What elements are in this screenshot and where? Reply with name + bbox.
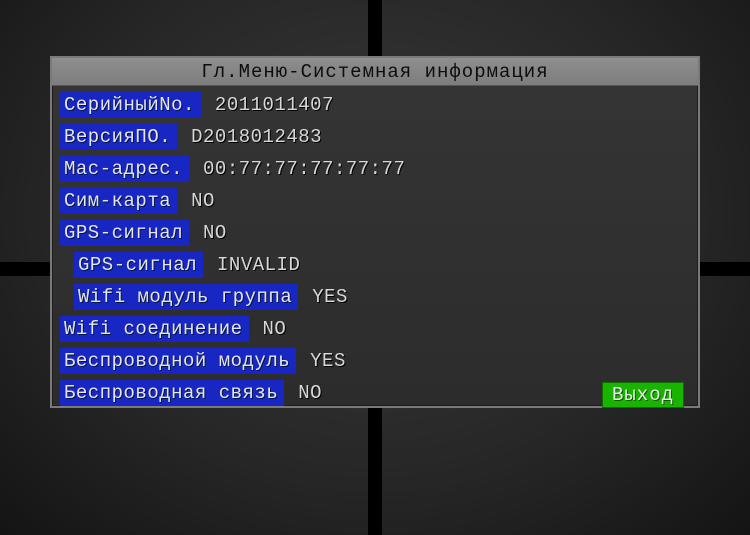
label-wireless-conn: Беспроводная связь: [60, 380, 284, 406]
row-serial: СерийныйNo. 2011011407: [60, 90, 690, 120]
exit-button[interactable]: Выход: [602, 382, 684, 408]
row-sw-version: ВерсияПО. D2018012483: [60, 122, 690, 152]
row-wifi-conn: Wifi соединение NO: [60, 314, 690, 344]
value-wireless-conn: NO: [298, 382, 322, 404]
value-gps-signal: NO: [203, 222, 227, 244]
window-content: СерийныйNo. 2011011407 ВерсияПО. D201801…: [52, 86, 698, 414]
value-serial: 2011011407: [215, 94, 334, 116]
system-info-window: Гл.Меню-Системная информация СерийныйNo.…: [50, 56, 700, 408]
row-wireless-module: Беспроводной модуль YES: [60, 346, 690, 376]
row-wireless-conn: Беспроводная связь NO Выход: [60, 378, 690, 408]
label-gps-signal: GPS-сигнал: [60, 220, 189, 246]
label-gps-valid: GPS-сигнал: [74, 252, 203, 278]
label-wifi-conn: Wifi соединение: [60, 316, 249, 342]
value-sim: NO: [191, 190, 215, 212]
value-wireless-module: YES: [310, 350, 346, 372]
row-mac: Mac-адрес. 00:77:77:77:77:77: [60, 154, 690, 184]
label-wifi-module: Wifi модуль группа: [74, 284, 298, 310]
label-serial: СерийныйNo.: [60, 92, 201, 118]
label-sw-version: ВерсияПО.: [60, 124, 177, 150]
value-sw-version: D2018012483: [191, 126, 322, 148]
row-gps-valid: GPS-сигнал INVALID: [60, 250, 690, 280]
value-gps-valid: INVALID: [217, 254, 300, 276]
value-wifi-module: YES: [312, 286, 348, 308]
row-wifi-module: Wifi модуль группа YES: [60, 282, 690, 312]
window-title: Гл.Меню-Системная информация: [52, 58, 698, 86]
label-mac: Mac-адрес.: [60, 156, 189, 182]
value-mac: 00:77:77:77:77:77: [203, 158, 405, 180]
label-wireless-module: Беспроводной модуль: [60, 348, 296, 374]
label-sim: Сим-карта: [60, 188, 177, 214]
value-wifi-conn: NO: [263, 318, 287, 340]
row-gps-signal: GPS-сигнал NO: [60, 218, 690, 248]
row-sim: Сим-карта NO: [60, 186, 690, 216]
